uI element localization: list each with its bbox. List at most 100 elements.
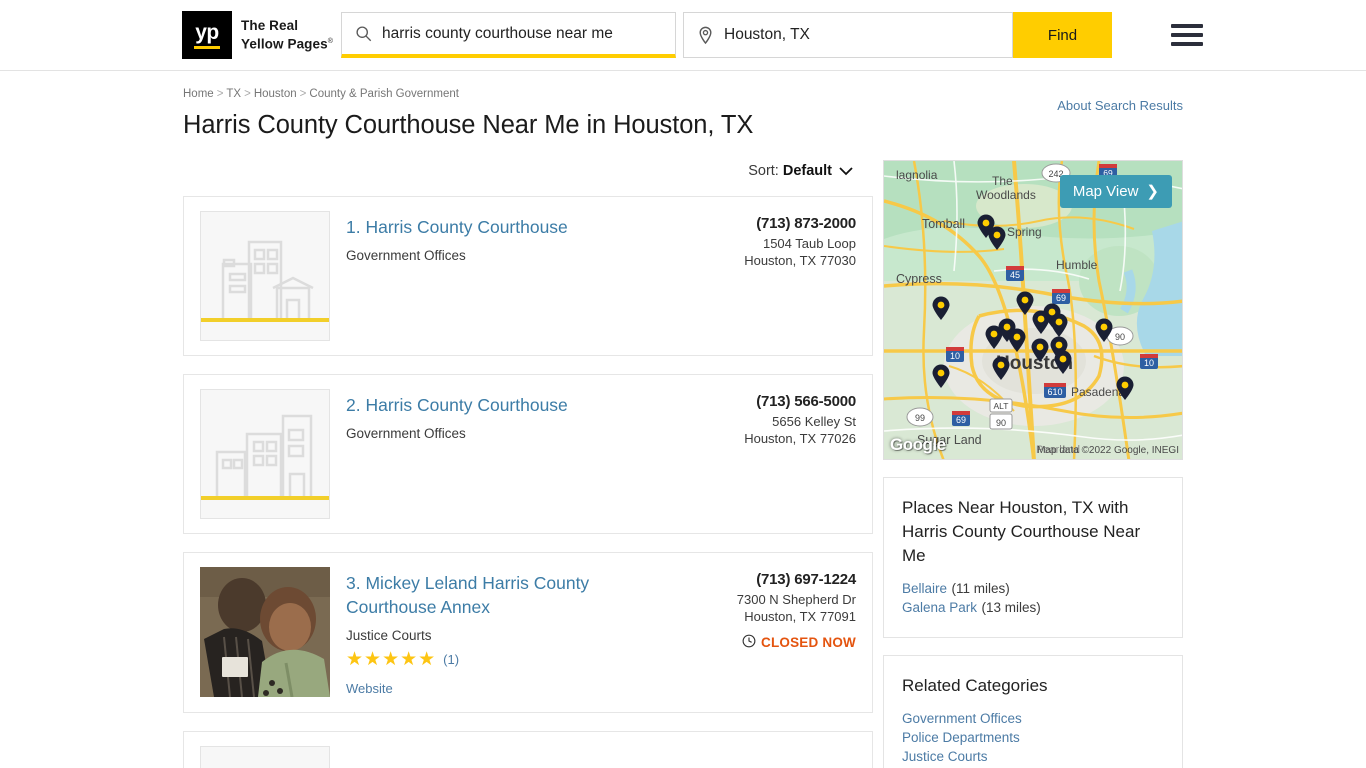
svg-text:10: 10	[1144, 358, 1154, 368]
category-link-government-offices[interactable]: Government Offices	[902, 709, 1162, 728]
yp-logo-letters: yp	[195, 20, 219, 44]
search-icon	[354, 25, 372, 43]
listing-phone[interactable]: (713) 697-1224	[626, 571, 856, 588]
result-card-partial[interactable]	[183, 731, 873, 768]
svg-text:45: 45	[1010, 270, 1020, 280]
listing-name: Harris County Courthouse	[365, 395, 568, 415]
location-field[interactable]	[683, 12, 1013, 58]
svg-text:lagnolia: lagnolia	[896, 168, 938, 182]
category-link-police-departments[interactable]: Police Departments	[902, 728, 1162, 747]
yp-logo-underline	[194, 45, 220, 49]
place-link-bellaire[interactable]: Bellaire	[902, 581, 947, 596]
listing-name: Mickey Leland Harris County Courthouse A…	[346, 573, 590, 617]
svg-text:Spring: Spring	[1007, 225, 1042, 239]
result-card[interactable]: 2. Harris County Courthouse Government O…	[183, 374, 873, 534]
listing-name-link[interactable]: 1. Harris County Courthouse	[346, 215, 568, 239]
star-rating-icon: ★★★★★	[346, 649, 437, 670]
review-count[interactable]: (1)	[443, 652, 459, 667]
status-badge: CLOSED NOW	[626, 634, 856, 651]
chevron-down-icon	[839, 164, 853, 180]
listing-index: 3.	[346, 573, 361, 593]
yp-logo-line2-wrap: Yellow Pages®	[241, 34, 333, 53]
listing-phone[interactable]: (713) 566-5000	[626, 393, 856, 410]
sidebar-column: lagnolia The Woodlands Tomball Spring Hu…	[883, 160, 1183, 768]
location-pin-icon	[696, 26, 714, 44]
related-categories-panel: Related Categories Government Offices Po…	[883, 655, 1183, 768]
listing-details: 1. Harris County Courthouse Government O…	[330, 211, 626, 341]
listing-address-line2: Houston, TX 77026	[744, 431, 856, 446]
site-header: yp The Real Yellow Pages® Find	[0, 0, 1366, 71]
content-area: Sort: Default 1. Harris County Courthous…	[183, 160, 1183, 768]
menu-icon[interactable]	[1171, 24, 1203, 46]
listing-details	[330, 746, 626, 768]
page-title: Harris County Courthouse Near Me in Hous…	[183, 111, 754, 139]
listing-details: 2. Harris County Courthouse Government O…	[330, 389, 626, 519]
find-button[interactable]: Find	[1013, 12, 1112, 58]
page-container: Home > TX > Houston > County & Parish Governme…	[183, 71, 1183, 768]
listing-address-line2: Houston, TX 77030	[744, 253, 856, 268]
place-distance: (13 miles)	[981, 600, 1041, 615]
about-search-results-link[interactable]: About Search Results	[1057, 98, 1183, 113]
breadcrumb-item-tx[interactable]: TX	[226, 88, 241, 100]
listing-contact: (713) 566-5000 5656 Kelley St Houston, T…	[626, 389, 856, 519]
category-link-list: Government Offices Police Departments Ju…	[902, 709, 1162, 768]
yp-logo[interactable]: yp The Real Yellow Pages®	[182, 11, 333, 59]
svg-text:90: 90	[1115, 332, 1125, 342]
listing-category: Government Offices	[346, 426, 466, 441]
breadcrumb-item-home[interactable]: Home	[183, 88, 214, 100]
listing-category: Government Offices	[346, 248, 466, 263]
svg-text:The: The	[992, 174, 1013, 188]
result-card[interactable]: 3. Mickey Leland Harris County Courthous…	[183, 552, 873, 713]
breadcrumb-sep-2: >	[244, 88, 251, 100]
search-input[interactable]	[382, 24, 663, 43]
listing-phone[interactable]: (713) 873-2000	[626, 215, 856, 232]
website-link[interactable]: Website	[346, 681, 393, 696]
listing-photo[interactable]	[200, 567, 330, 697]
breadcrumb-sep-3: >	[299, 88, 307, 100]
listing-index: 1.	[346, 217, 361, 237]
listing-contact: (713) 873-2000 1504 Taub Loop Houston, T…	[626, 211, 856, 341]
svg-text:610: 610	[1047, 387, 1062, 397]
menu-bar-2	[1171, 33, 1203, 37]
svg-text:Tomball: Tomball	[922, 217, 965, 231]
location-input[interactable]	[724, 26, 1000, 44]
listing-address-line1: 1504 Taub Loop	[762, 236, 856, 251]
listing-address: 7300 N Shepherd Dr Houston, TX 77091	[626, 591, 856, 625]
yp-logo-line1: The Real	[241, 17, 299, 33]
category-link-justice-courts[interactable]: Justice Courts	[902, 747, 1162, 766]
breadcrumb-sep-1: >	[216, 88, 224, 100]
sort-control[interactable]: Sort: Default	[183, 163, 873, 179]
svg-text:ALT: ALT	[994, 401, 1009, 411]
listing-thumbnail-placeholder	[200, 389, 330, 519]
svg-text:69: 69	[1056, 293, 1066, 303]
svg-text:90: 90	[996, 418, 1006, 428]
map-preview[interactable]: lagnolia The Woodlands Tomball Spring Hu…	[883, 160, 1183, 460]
listing-contact: (713) 697-1224 7300 N Shepherd Dr Housto…	[626, 567, 856, 698]
map-attribution: Map data ©2022 Google, INEGI	[1037, 445, 1179, 456]
listing-thumbnail-placeholder	[200, 211, 330, 341]
place-distance: (11 miles)	[951, 581, 1010, 596]
chevron-right-icon: ❯	[1146, 183, 1159, 200]
places-near-panel: Places Near Houston, TX with Harris Coun…	[883, 477, 1183, 638]
listing-name-link[interactable]: 3. Mickey Leland Harris County Courthous…	[346, 571, 626, 619]
listing-thumbnail-placeholder	[200, 746, 330, 768]
search-bar: Find	[341, 12, 1112, 58]
listing-name-link[interactable]: 2. Harris County Courthouse	[346, 393, 568, 417]
yp-logo-text: The Real Yellow Pages®	[241, 18, 333, 53]
yp-logo-mark: yp	[182, 11, 232, 59]
svg-text:Humble: Humble	[1056, 258, 1098, 272]
breadcrumb-item-houston[interactable]: Houston	[254, 88, 297, 100]
listing-name: Harris County Courthouse	[365, 217, 568, 237]
place-link-galena-park[interactable]: Galena Park	[902, 600, 977, 615]
svg-text:10: 10	[950, 351, 960, 361]
menu-bar-3	[1171, 42, 1203, 46]
svg-text:Cypress: Cypress	[896, 272, 942, 286]
search-term-field[interactable]	[341, 12, 676, 58]
result-card[interactable]: 1. Harris County Courthouse Government O…	[183, 196, 873, 356]
places-near-item: Bellaire (11 miles)	[902, 579, 1162, 598]
sort-label: Sort:	[748, 163, 779, 179]
clock-icon	[742, 634, 756, 651]
map-view-label: Map View	[1072, 182, 1139, 200]
map-view-button[interactable]: Map View ❯	[1059, 175, 1172, 208]
breadcrumb-item-category[interactable]: County & Parish Government	[309, 88, 459, 100]
